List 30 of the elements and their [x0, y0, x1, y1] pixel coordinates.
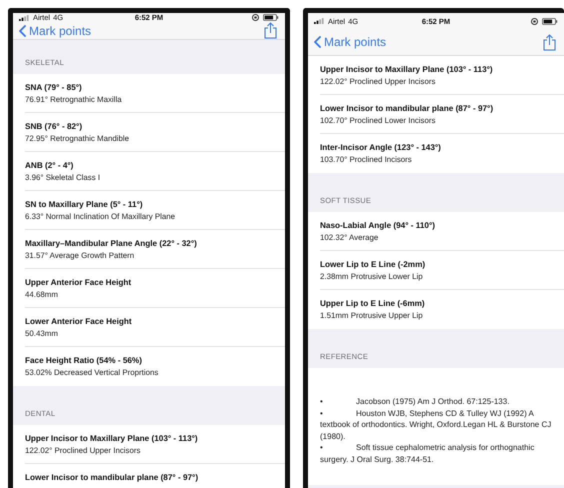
signal-icon	[19, 14, 30, 20]
measurement-name: SNA (79° - 85°)	[25, 82, 82, 93]
reference-entry: • Soft tissue cephalometric analysis for orthognathic surgery. J Oral Surg. 38:744-51.	[320, 442, 536, 465]
signal-icon	[314, 18, 325, 24]
measurement-name: SNB (76° - 82°)	[25, 121, 82, 132]
battery-icon	[542, 18, 558, 24]
measurement-name: Upper Incisor to Maxillary Plane (103° - 113°)	[25, 433, 198, 444]
measurement-name: Lower Anterior Face Height	[25, 316, 132, 327]
measurement-name: Maxillary–Mandibular Plane Angle (22° - 32°)	[25, 238, 197, 249]
measurement-name: Lower Incisor to mandibular plane (87° - 97°)	[25, 472, 198, 483]
reference-entry: • Houston WJB, Stephens CD & Tulley WJ (1992) A textbook of orthodontics. Wright, Oxford.Legan HL & Burstone CJ (1980).	[320, 408, 552, 442]
share-icon[interactable]	[543, 34, 556, 50]
measurement-name: Lower Incisor to mandibular plane (87° - 97°)	[320, 103, 494, 114]
rotation-lock-icon	[252, 14, 259, 21]
back-button[interactable]: Mark points	[314, 35, 386, 49]
measurement-name: SN to Maxillary Plane (5° - 11°)	[25, 199, 143, 210]
measurement-name: Face Height Ratio (54% - 56%)	[25, 355, 142, 366]
share-icon[interactable]	[264, 22, 277, 39]
measurement-name: Naso-Labial Angle (94° - 110°)	[320, 220, 435, 231]
measurement-name: Inter-Incisor Angle (123° - 143°)	[320, 142, 441, 153]
battery-icon	[263, 14, 279, 21]
measurement-name: ANB (2° - 4°)	[25, 160, 74, 171]
back-chevron-icon	[314, 36, 321, 48]
measurement-name: Upper Anterior Face Height	[25, 277, 132, 288]
back-chevron-icon	[19, 24, 26, 36]
measurement-name: Lower Lip to E Line (-2mm)	[320, 259, 426, 270]
reference-entry: • Jacobson (1975) Am J Orthod. 67:125-133.	[320, 396, 510, 408]
rotation-lock-icon	[531, 18, 538, 24]
measurement-name: Upper Lip to E Line (-6mm)	[320, 298, 425, 309]
measurement-name: Upper Incisor to Maxillary Plane (103° - 113°)	[320, 64, 493, 75]
